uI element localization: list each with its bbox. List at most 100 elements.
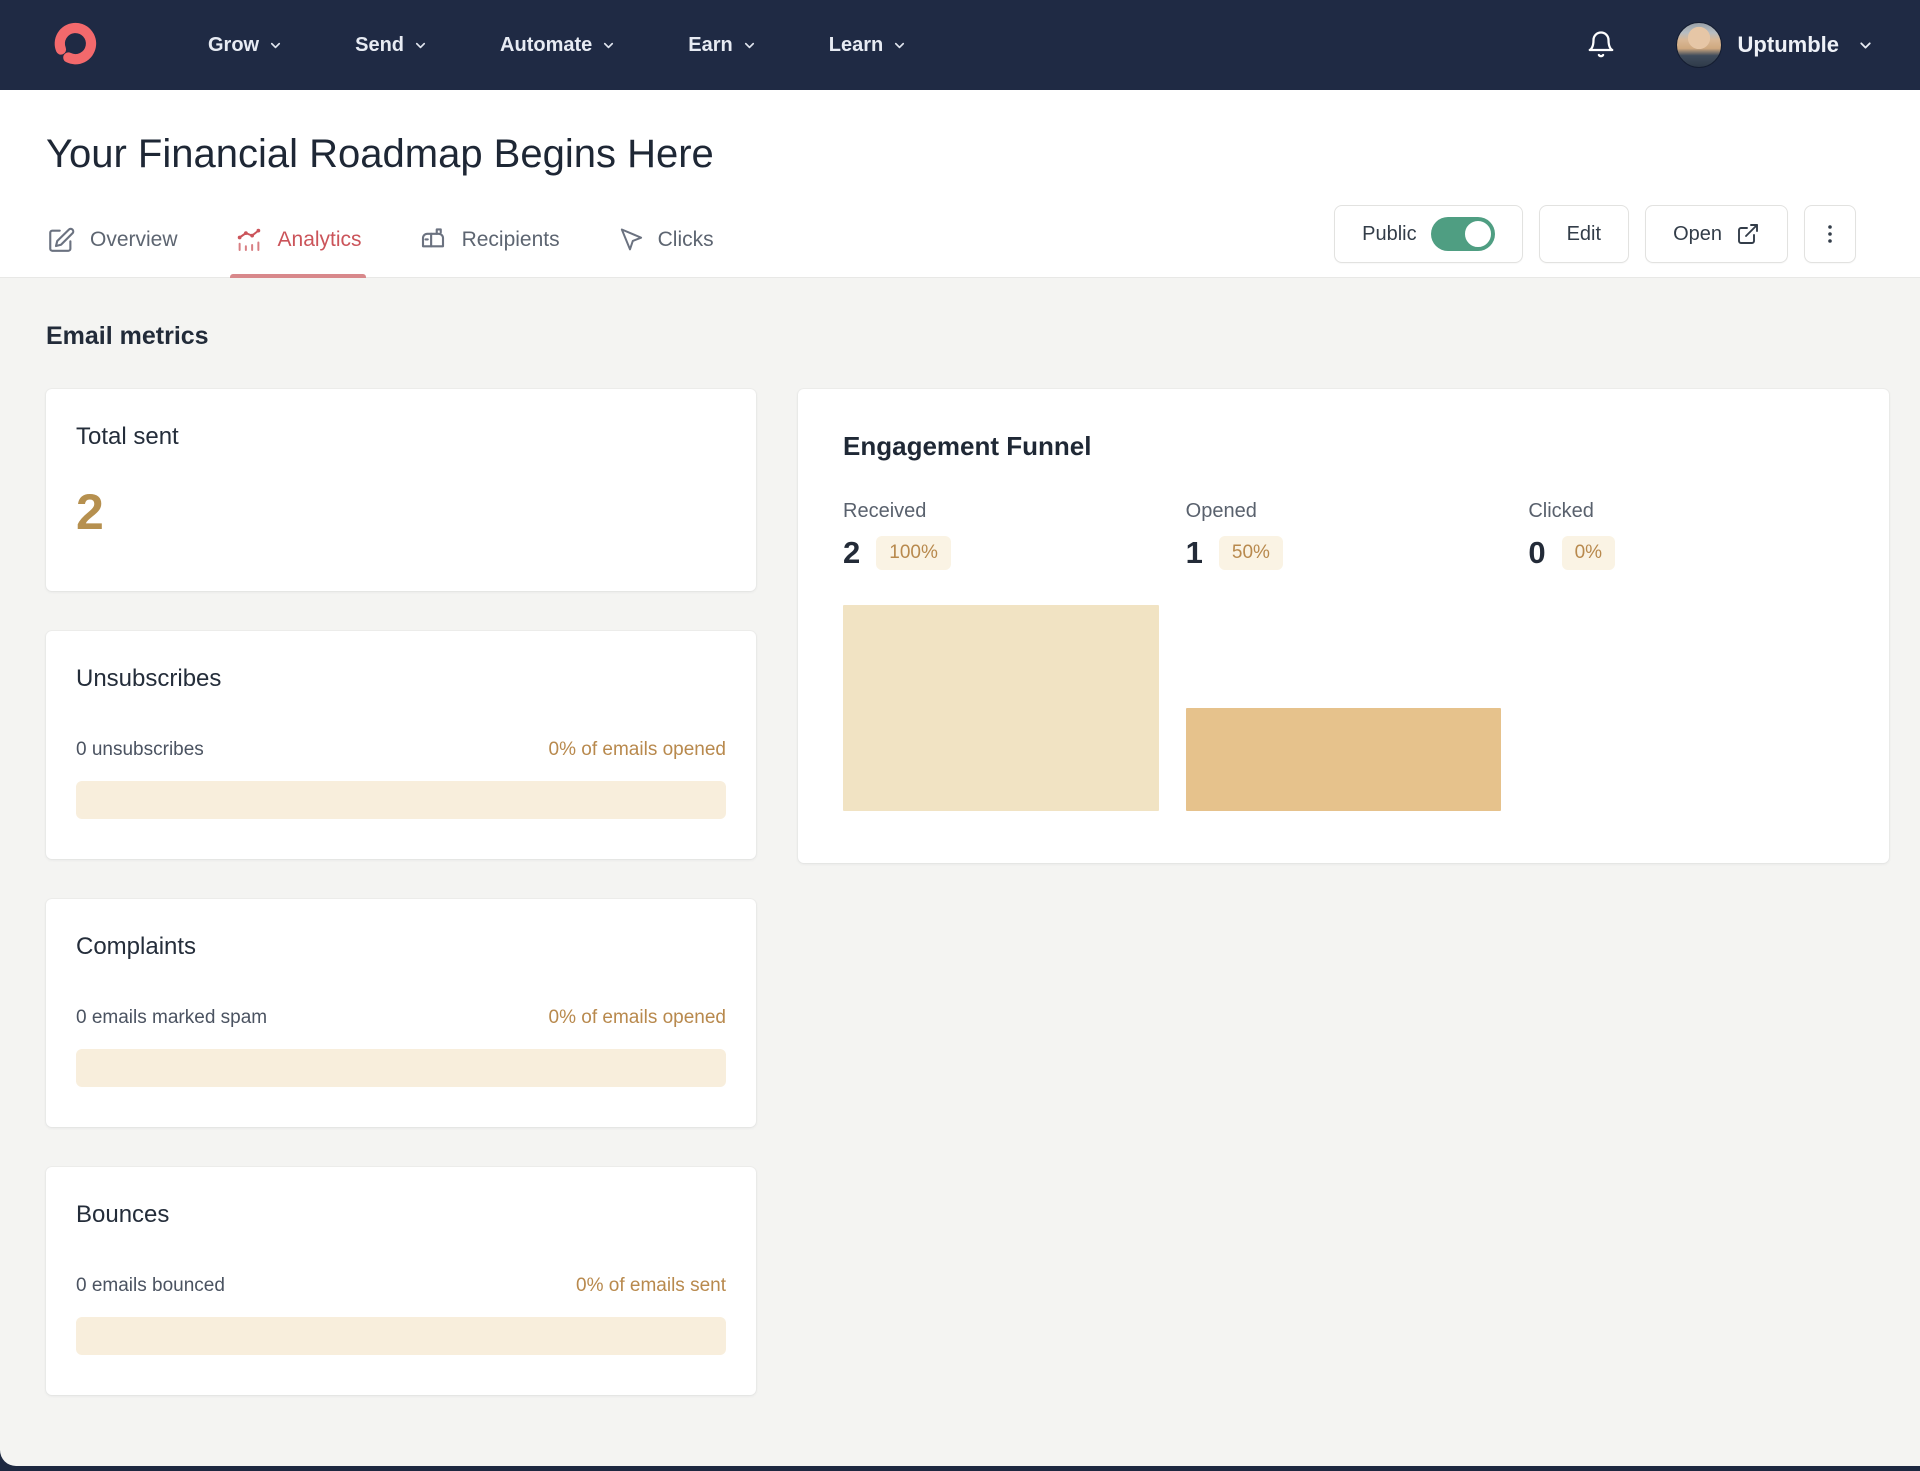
stage-label: Opened [1186, 500, 1502, 523]
account-menu[interactable]: Uptumble [1738, 32, 1874, 58]
funnel-stage-clicked: Clicked 0 0% [1528, 500, 1844, 571]
funnel-stage-received: Received 2 100% [843, 500, 1159, 571]
main-content: Email metrics Total sent 2 Unsubscribes … [0, 278, 1920, 1395]
card-title: Total sent [76, 423, 726, 451]
total-sent-value: 2 [76, 483, 726, 541]
stage-label: Clicked [1528, 500, 1844, 523]
chevron-down-icon [892, 38, 907, 53]
funnel-bars [843, 605, 1844, 811]
top-navigation: Grow Send Automate Earn Learn [0, 0, 1920, 90]
chevron-down-icon [268, 38, 283, 53]
open-button[interactable]: Open [1645, 205, 1788, 263]
funnel-bar-opened [1186, 708, 1502, 811]
stat-row: 0 emails bounced 0% of emails sent [76, 1275, 726, 1297]
engagement-funnel-card: Engagement Funnel Received 2 100% Opened… [798, 389, 1889, 863]
stage-value-row: 1 50% [1186, 535, 1502, 571]
unsubscribes-card: Unsubscribes 0 unsubscribes 0% of emails… [46, 631, 756, 859]
tab-analytics[interactable]: Analytics [234, 225, 362, 277]
account-name: Uptumble [1738, 32, 1839, 58]
nav-item-label: Earn [688, 34, 732, 57]
card-title: Bounces [76, 1201, 726, 1229]
metrics-layout: Total sent 2 Unsubscribes 0 unsubscribes… [0, 351, 1920, 1395]
card-title: Unsubscribes [76, 665, 726, 693]
public-toggle-group[interactable]: Public [1334, 205, 1522, 263]
page-header: Your Financial Roadmap Begins Here Overv… [0, 90, 1920, 278]
stat-count: 0 emails bounced [76, 1275, 225, 1297]
nav-item-automate[interactable]: Automate [500, 34, 616, 57]
nav-item-label: Learn [829, 34, 883, 57]
nav-item-grow[interactable]: Grow [208, 34, 283, 57]
chevron-down-icon [413, 38, 428, 53]
chevron-down-icon [1857, 37, 1874, 54]
progress-bar [76, 1317, 726, 1355]
complaints-card: Complaints 0 emails marked spam 0% of em… [46, 899, 756, 1127]
stat-percent: 0% of emails sent [576, 1275, 726, 1297]
brand-swirl-icon [46, 16, 104, 74]
tab-bar: Overview Analytics [0, 205, 1920, 278]
metrics-left-column: Total sent 2 Unsubscribes 0 unsubscribes… [46, 389, 756, 1395]
nav-item-label: Grow [208, 34, 259, 57]
stage-value-row: 0 0% [1528, 535, 1844, 571]
stage-value-row: 2 100% [843, 535, 1159, 571]
toggle-knob [1463, 219, 1493, 249]
funnel-stage-opened: Opened 1 50% [1186, 500, 1502, 571]
open-label: Open [1673, 223, 1722, 246]
tab-overview[interactable]: Overview [46, 225, 178, 277]
tab-label: Analytics [278, 228, 362, 252]
cursor-click-icon [616, 226, 644, 254]
stat-row: 0 unsubscribes 0% of emails opened [76, 739, 726, 761]
brand-logo[interactable] [46, 16, 104, 74]
nav-item-earn[interactable]: Earn [688, 34, 756, 57]
navbar-right: Uptumble [1584, 22, 1874, 68]
stage-value: 1 [1186, 535, 1203, 571]
stage-percent-badge: 0% [1562, 536, 1615, 570]
stat-count: 0 unsubscribes [76, 739, 204, 761]
pencil-square-icon [46, 225, 76, 255]
stat-percent: 0% of emails opened [549, 739, 726, 761]
page-title: Your Financial Roadmap Begins Here [0, 90, 1920, 177]
line-chart-icon [234, 225, 264, 255]
tab-label: Overview [90, 228, 178, 252]
header-actions: Public Edit Open [1334, 205, 1856, 263]
user-avatar[interactable] [1676, 22, 1722, 68]
app-page: Grow Send Automate Earn Learn [0, 0, 1920, 1466]
stat-percent: 0% of emails opened [549, 1007, 726, 1029]
funnel-stage-headers: Received 2 100% Opened 1 50% [843, 500, 1844, 571]
tab-clicks[interactable]: Clicks [616, 225, 714, 277]
progress-bar [76, 781, 726, 819]
funnel-bar-received [843, 605, 1159, 811]
stage-value: 2 [843, 535, 860, 571]
progress-bar [76, 1049, 726, 1087]
bounces-card: Bounces 0 emails bounced 0% of emails se… [46, 1167, 756, 1395]
nav-item-label: Send [355, 34, 404, 57]
external-link-icon [1736, 222, 1760, 246]
stage-percent-badge: 100% [876, 536, 951, 570]
chevron-down-icon [601, 38, 616, 53]
bell-icon [1586, 30, 1616, 60]
tab-recipients[interactable]: Recipients [418, 225, 560, 277]
more-options-button[interactable] [1804, 205, 1856, 263]
funnel-title: Engagement Funnel [843, 431, 1844, 462]
stage-label: Received [843, 500, 1159, 523]
nav-item-learn[interactable]: Learn [829, 34, 907, 57]
stage-percent-badge: 50% [1219, 536, 1283, 570]
stat-count: 0 emails marked spam [76, 1007, 267, 1029]
notifications-button[interactable] [1584, 28, 1618, 62]
tab-label: Recipients [462, 228, 560, 252]
tabs: Overview Analytics [46, 225, 714, 277]
mailbox-icon [418, 225, 448, 255]
card-title: Complaints [76, 933, 726, 961]
nav-item-label: Automate [500, 34, 592, 57]
kebab-menu-icon [1818, 220, 1842, 248]
public-toggle[interactable] [1431, 217, 1495, 251]
nav-item-send[interactable]: Send [355, 34, 428, 57]
main-menu: Grow Send Automate Earn Learn [208, 34, 907, 57]
chevron-down-icon [742, 38, 757, 53]
stat-row: 0 emails marked spam 0% of emails opened [76, 1007, 726, 1029]
section-title: Email metrics [0, 278, 1920, 351]
public-label: Public [1362, 223, 1416, 246]
total-sent-card: Total sent 2 [46, 389, 756, 591]
tab-label: Clicks [658, 228, 714, 252]
stage-value: 0 [1528, 535, 1545, 571]
edit-button[interactable]: Edit [1539, 205, 1629, 263]
